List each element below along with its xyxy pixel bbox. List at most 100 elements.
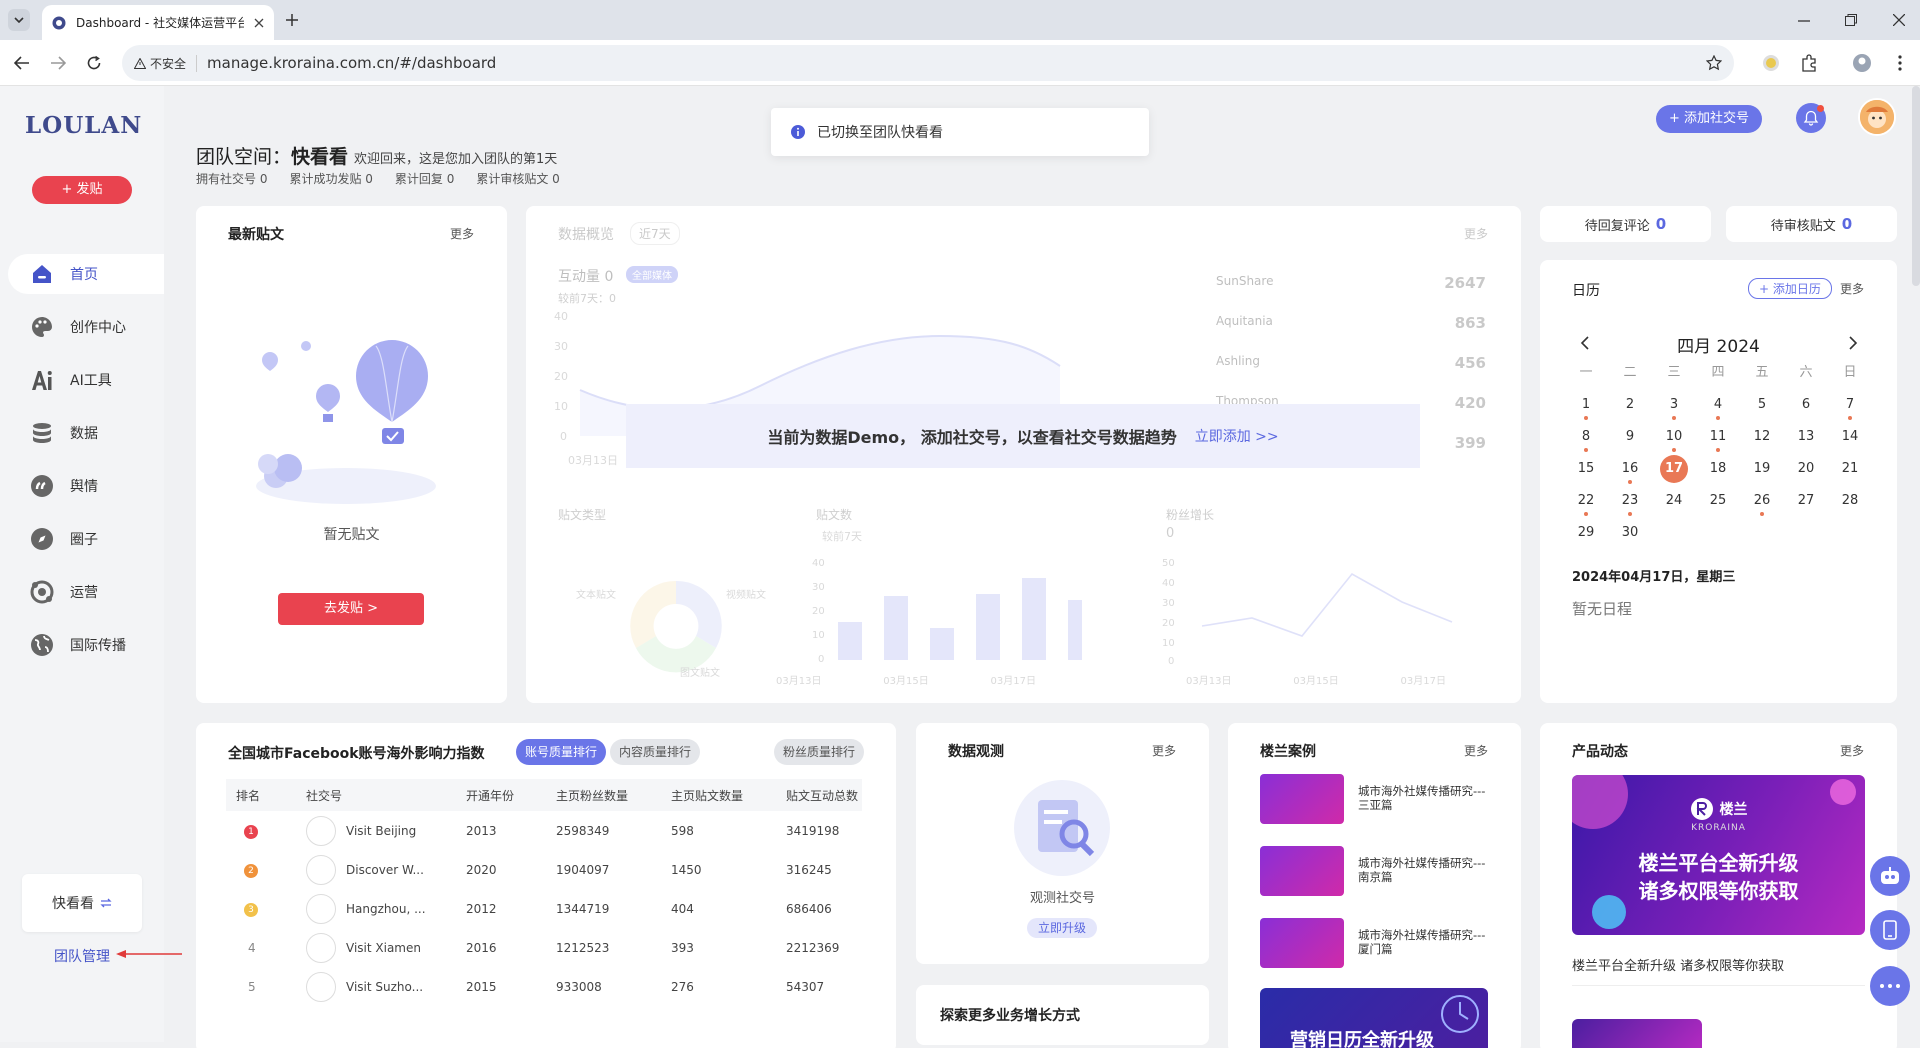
product-banner[interactable]: 楼兰 KRORAINA 楼兰平台全新升级 诸多权限等你获取 [1572,775,1865,935]
scrollbar-thumb[interactable] [1912,86,1920,286]
tab-list-button[interactable] [8,9,30,31]
calendar-day[interactable]: 12 [1740,422,1784,452]
tab-account-quality[interactable]: 账号质量排行 [516,739,606,765]
calendar-day[interactable]: 15 [1564,454,1608,484]
puzzle-icon[interactable] [1800,54,1818,72]
restore-icon[interactable] [1845,14,1857,26]
more-link[interactable]: 更多 [1464,742,1488,759]
calendar-day[interactable]: 16 [1608,454,1652,484]
window-close-icon[interactable] [1893,14,1905,26]
calendar-day[interactable]: 6 [1784,390,1828,420]
calendar-day[interactable]: 20 [1784,454,1828,484]
more-link[interactable]: 更多 [450,225,474,242]
calendar-day[interactable]: 5 [1740,390,1784,420]
avatar[interactable] [1858,98,1896,136]
logo[interactable]: LOULAN [25,112,142,139]
insecure-badge[interactable]: 不安全 [134,54,198,72]
reload-icon[interactable] [86,55,102,71]
calendar-day[interactable]: 11 [1696,422,1740,452]
calendar-day[interactable]: 13 [1784,422,1828,452]
close-icon[interactable] [254,18,264,28]
calendar-day[interactable]: 4 [1696,390,1740,420]
range-select[interactable]: 近7天 [630,222,680,245]
extension-icon[interactable] [1762,54,1780,72]
calendar-day[interactable]: 29 [1564,518,1608,548]
sidebar-item-sentiment[interactable]: 舆情 [8,466,164,506]
calendar-day[interactable]: 22 [1564,486,1608,516]
bookmark-star-icon[interactable] [1706,55,1722,71]
calendar-day[interactable]: 30 [1608,518,1652,548]
tab-fans-quality[interactable]: 粉丝质量排行 [774,739,864,765]
ai-icon [32,371,52,390]
add-now-link[interactable]: 立即添加 >> [1195,426,1279,446]
menu-kebab-icon[interactable] [1898,55,1902,71]
calendar-day[interactable]: 10 [1652,422,1696,452]
sidebar-item-international[interactable]: 国际传播 [8,625,164,665]
mobile-fab[interactable] [1870,910,1910,950]
product-caption[interactable]: 楼兰平台全新升级 诸多权限等你获取 [1572,955,1784,974]
profile-icon[interactable] [1852,53,1872,73]
calendar-day-today[interactable]: 17 [1652,454,1696,484]
case-item[interactable]: 城市海外社媒传播研究---南京篇 [1260,846,1488,896]
cell-fans: 933008 [556,979,602,994]
calendar-day[interactable]: 9 [1608,422,1652,452]
minimize-icon[interactable] [1798,20,1810,22]
calendar-day[interactable]: 28 [1828,486,1872,516]
calendar-day[interactable]: 26 [1740,486,1784,516]
new-tab-icon[interactable] [286,14,298,26]
team-management-link[interactable]: 团队管理 [54,946,110,966]
more-link[interactable]: 更多 [1840,280,1864,297]
go-post-button[interactable]: 去发贴 > [278,593,424,625]
notification-button[interactable] [1796,103,1826,133]
case-item[interactable]: 城市海外社媒传播研究---厦门篇 [1260,918,1488,968]
more-link[interactable]: 更多 [1840,742,1864,759]
pending-posts-card[interactable]: 待审核贴文 0 [1726,206,1897,242]
calendar-day[interactable]: 25 [1696,486,1740,516]
calendar-day[interactable]: 27 [1784,486,1828,516]
calendar-day[interactable]: 19 [1740,454,1784,484]
back-icon[interactable] [14,56,30,70]
calendar-day[interactable]: 24 [1652,486,1696,516]
pending-comments-card[interactable]: 待回复评论 0 [1540,206,1711,242]
sidebar-item-data[interactable]: 数据 [8,413,164,453]
more-fab[interactable] [1870,966,1910,1006]
sidebar-item-home[interactable]: 首页 [8,254,164,294]
upgrade-button[interactable]: 立即升级 [1027,918,1097,938]
calendar-day[interactable]: 21 [1828,454,1872,484]
calendar-day[interactable]: 7 [1828,390,1872,420]
calendar-day[interactable]: 14 [1828,422,1872,452]
table-row[interactable]: 1 Visit Beijing 2013 2598349 598 3419198 [226,811,862,850]
add-calendar-button[interactable]: + 添加日历 [1748,278,1832,299]
weekday-header: 六 [1799,365,1813,380]
product-thumbnail[interactable] [1572,1019,1702,1048]
team-switcher[interactable]: 快看看 [22,874,142,932]
forward-icon[interactable] [50,56,66,70]
calendar-day[interactable]: 1 [1564,390,1608,420]
table-row[interactable]: 5 Visit Suzho... 2015 933008 276 54307 [226,967,862,1006]
more-link[interactable]: 更多 [1152,742,1176,759]
sidebar-item-creation[interactable]: 创作中心 [8,307,164,347]
post-button[interactable]: + 发贴 [32,176,132,204]
omnibox[interactable]: 不安全 manage.kroraina.com.cn/#/dashboard [122,45,1734,81]
calendar-day[interactable]: 3 [1652,390,1696,420]
tab-content-quality[interactable]: 内容质量排行 [610,739,700,765]
url-text[interactable]: manage.kroraina.com.cn/#/dashboard [207,54,496,72]
table-row[interactable]: 3 Hangzhou, ... 2012 1344719 404 686406 [226,889,862,928]
sidebar-item-circle[interactable]: 圈子 [8,519,164,559]
calendar-day[interactable]: 23 [1608,486,1652,516]
calendar-day[interactable]: 18 [1696,454,1740,484]
add-account-button[interactable]: + 添加社交号 [1656,105,1762,133]
calendar-day[interactable]: 8 [1564,422,1608,452]
table-row[interactable]: 4 Visit Xiamen 2016 1212523 393 2212369 [226,928,862,967]
case-item[interactable]: 城市海外社媒传播研究---三亚篇 [1260,774,1488,824]
sidebar-item-operations[interactable]: 运营 [8,572,164,612]
svg-text:0: 0 [818,654,824,665]
marketing-calendar-banner[interactable]: 营销日历全新升级 [1260,988,1488,1048]
browser-tab[interactable]: Dashboard - 社交媒体运营平台 [42,5,274,40]
next-month-icon[interactable] [1848,336,1858,350]
table-row[interactable]: 2 Discover W... 2020 1904097 1450 316245 [226,850,862,889]
calendar-day[interactable]: 2 [1608,390,1652,420]
more-link[interactable]: 更多 [1464,225,1488,242]
sidebar-item-ai-tools[interactable]: AI工具 [8,360,164,400]
assistant-fab[interactable] [1870,856,1910,896]
